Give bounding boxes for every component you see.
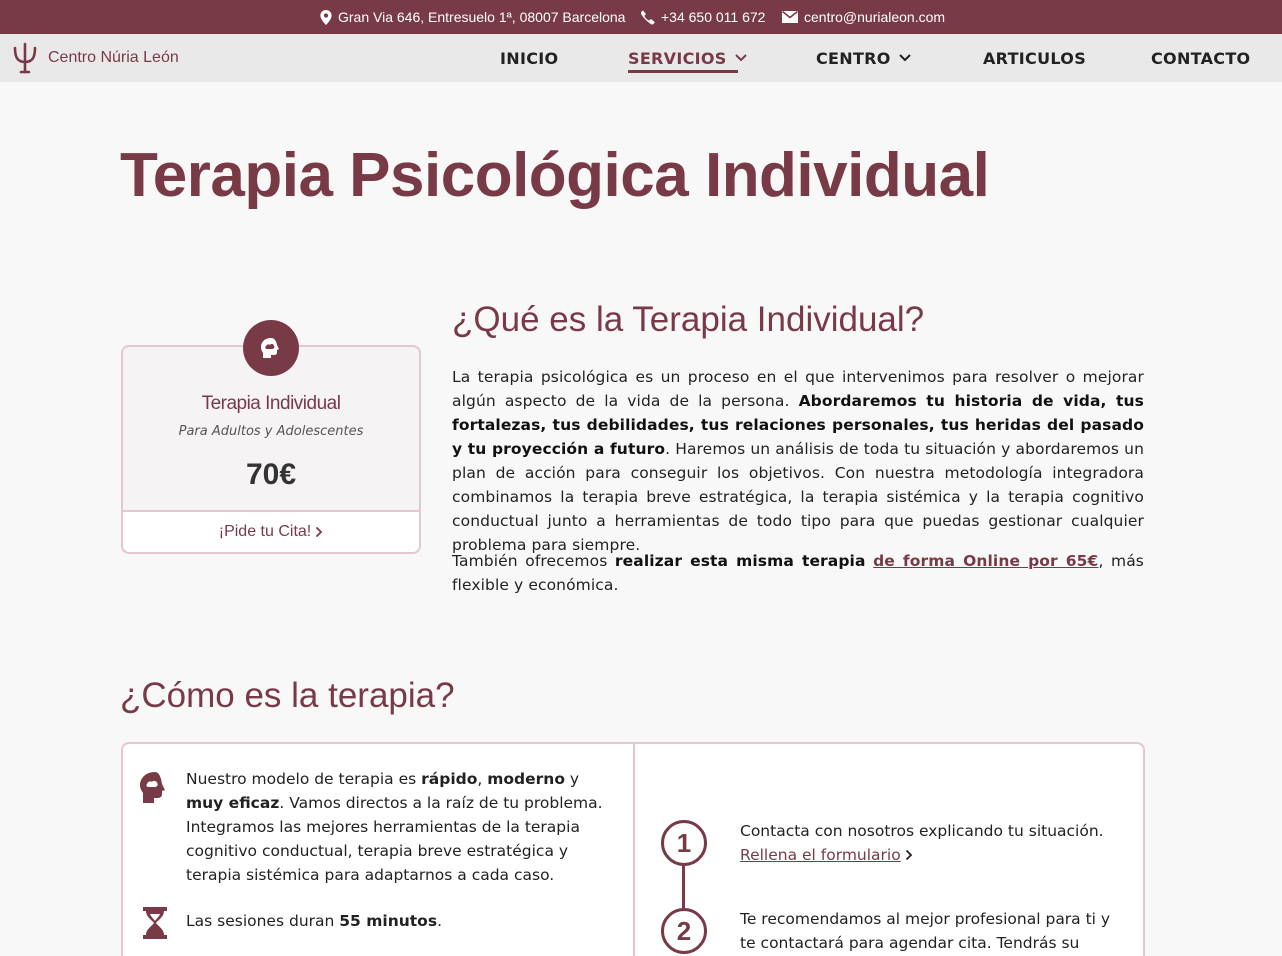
- chevron-down-icon: [734, 54, 747, 62]
- card-price: 70€: [245, 458, 297, 491]
- page-title: Terapia Psicológica Individual: [120, 141, 990, 210]
- psi-logo-icon: [13, 42, 37, 74]
- brain-head-icon: [261, 338, 279, 358]
- step-connector: [682, 866, 685, 910]
- chevron-right-icon: [316, 526, 323, 538]
- fill-form-link[interactable]: Rellena el formulario: [740, 843, 913, 867]
- intro-paragraph: La terapia psicológica es un proceso en …: [452, 365, 1144, 557]
- chevron-right-icon: [905, 849, 912, 861]
- book-appointment-link[interactable]: ¡Pide tu Cita!: [123, 510, 419, 552]
- text-run: ,: [477, 770, 488, 788]
- address-text: Gran Via 646, Entresuelo 1ª, 08007 Barce…: [338, 9, 626, 25]
- text-run: Nuestro modelo de terapia es: [186, 770, 422, 788]
- head-icon: [243, 320, 299, 376]
- link-label: Rellena el formulario: [740, 846, 901, 864]
- section-heading-how: ¿Cómo es la terapia?: [120, 676, 455, 715]
- phone-item[interactable]: +34 650 011 672: [640, 0, 765, 34]
- text-run-bold: rápido: [421, 770, 478, 788]
- online-paragraph: También ofrecemos realizar esta misma te…: [452, 549, 1144, 597]
- email-text: centro@nurialeon.com: [804, 9, 946, 25]
- feature-session-duration: Las sesiones duran 55 minutos.: [186, 909, 618, 933]
- nav-label: CONTACTO: [1151, 48, 1251, 68]
- step-1-text: Contacta con nosotros explicando tu situ…: [740, 819, 1130, 867]
- step-number-1: 1: [661, 820, 707, 866]
- text-run: y: [565, 770, 580, 788]
- active-nav-indicator: [628, 70, 738, 73]
- nav-label: SERVICIOS: [628, 48, 727, 68]
- hourglass-icon: [143, 907, 167, 939]
- nav-item-servicios[interactable]: SERVICIOS: [628, 34, 747, 82]
- step-number-2: 2: [661, 908, 707, 954]
- nav-item-contacto[interactable]: CONTACTO: [1151, 34, 1250, 82]
- column-divider: [633, 742, 635, 956]
- feature-therapy-model: Nuestro modelo de terapia es rápido, mod…: [186, 767, 618, 887]
- price-card: ¡Pide tu Cita!: [121, 345, 421, 554]
- phone-icon: [640, 10, 655, 24]
- text-run-bold: realizar esta misma terapia: [614, 552, 866, 570]
- nav-item-centro[interactable]: CENTRO: [816, 34, 911, 82]
- chevron-down-icon: [898, 54, 911, 62]
- step-2-text: Te recomendamos al mejor profesional par…: [740, 910, 1111, 952]
- card-title: Terapia Individual: [201, 393, 341, 414]
- phone-text: +34 650 011 672: [661, 9, 766, 25]
- nav-item-inicio[interactable]: INICIO: [500, 34, 558, 82]
- brand-name: Centro Núria León: [48, 49, 179, 66]
- nav-label: CENTRO: [816, 48, 891, 68]
- text-run: Las sesiones duran: [186, 912, 340, 930]
- brain-head-icon: [140, 772, 165, 803]
- section-heading-what: ¿Qué es la Terapia Individual?: [452, 300, 925, 339]
- brand-logo[interactable]: Centro Núria León: [12, 42, 179, 74]
- envelope-icon: [782, 11, 798, 23]
- text-run-bold: 55 minutos: [339, 912, 438, 930]
- location-pin-icon: [320, 9, 332, 25]
- online-therapy-link[interactable]: de forma Online por 65€: [873, 552, 1098, 570]
- top-contact-bar: Gran Via 646, Entresuelo 1ª, 08007 Barce…: [0, 0, 1282, 34]
- nav-label: ARTICULOS: [983, 48, 1087, 68]
- nav-label: INICIO: [500, 48, 559, 68]
- text-run: También ofrecemos: [452, 552, 615, 570]
- email-item[interactable]: centro@nurialeon.com: [782, 0, 945, 34]
- step-description: Contacta con nosotros explicando tu situ…: [740, 822, 1104, 840]
- card-subtitle: Para Adultos y Adolescentes: [178, 424, 364, 439]
- text-run: .: [437, 912, 442, 930]
- text-run-bold: moderno: [487, 770, 565, 788]
- cta-label: ¡Pide tu Cita!: [218, 523, 312, 540]
- address-item: Gran Via 646, Entresuelo 1ª, 08007 Barce…: [320, 0, 625, 34]
- text-run-bold: muy eficaz: [186, 794, 280, 812]
- nav-item-articulos[interactable]: ARTICULOS: [983, 34, 1086, 82]
